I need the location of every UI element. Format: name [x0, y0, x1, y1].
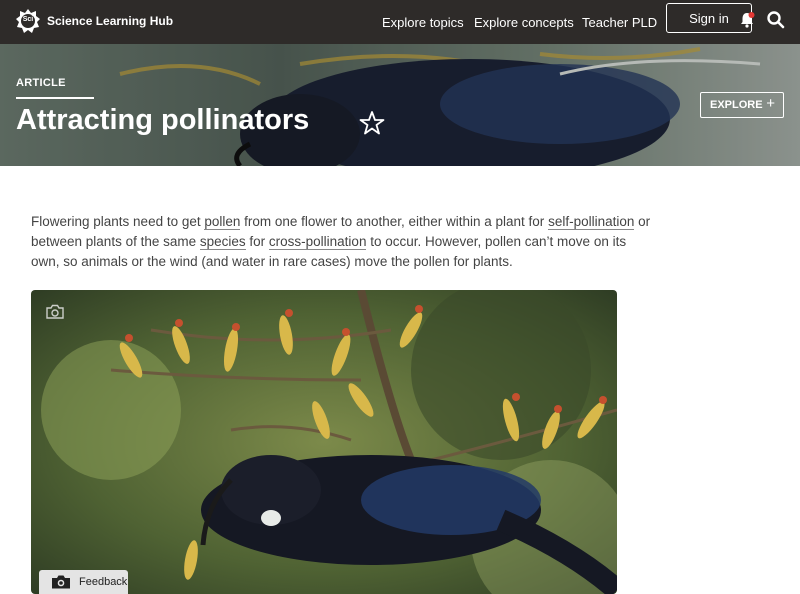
glossary-link-self-pollination[interactable]: self-pollination: [548, 214, 635, 230]
top-navigation-bar: Sci Science Learning Hub Explore topics …: [0, 0, 800, 44]
brand-name[interactable]: Science Learning Hub: [47, 14, 173, 28]
nav-teacher-pld-label: Teacher PLD: [582, 14, 658, 30]
logo-badge-icon: Sci: [15, 8, 41, 34]
feedback-camera-icon: [51, 575, 71, 589]
logo-badge-text: Sci: [22, 16, 34, 23]
intro-text: Flowering plants need to get: [31, 214, 205, 229]
glossary-link-cross-pollination[interactable]: cross-pollination: [268, 234, 367, 250]
explore-button[interactable]: EXPLORE +: [700, 92, 784, 118]
article-photo[interactable]: [31, 290, 617, 594]
glossary-link-species[interactable]: species: [199, 234, 246, 250]
label-underline: [16, 97, 94, 99]
nav-explore-topics-label: Explore topics: [382, 14, 464, 30]
site-logo[interactable]: Sci Science Learning Hub: [15, 8, 173, 34]
nav-teacher-pld[interactable]: Teacher PLD: [582, 0, 657, 44]
nav-explore-concepts[interactable]: Explore concepts: [474, 0, 574, 44]
plus-icon: +: [766, 95, 775, 112]
intro-paragraph: Flowering plants need to get pollen from…: [31, 212, 651, 272]
nav-explore-topics[interactable]: Explore topics: [382, 0, 464, 44]
intro-text: for: [245, 234, 269, 249]
feedback-label: Feedback: [79, 576, 128, 588]
glossary-link-pollen[interactable]: pollen: [204, 214, 241, 230]
nav-explore-concepts-label: Explore concepts: [474, 14, 574, 30]
hero-banner: ARTICLE Attracting pollinators EXPLORE +: [0, 44, 800, 166]
search-icon[interactable]: [766, 10, 786, 30]
favourite-star-icon[interactable]: [359, 110, 385, 136]
notification-bell-icon[interactable]: [738, 11, 756, 29]
tui-bird-on-flax-image: [31, 290, 617, 594]
intro-text: from one flower to another, either withi…: [240, 214, 549, 229]
page-title: Attracting pollinators: [16, 104, 310, 136]
article-type-label: ARTICLE: [16, 77, 66, 89]
feedback-button[interactable]: Feedback: [39, 570, 128, 594]
explore-button-label: EXPLORE: [710, 99, 763, 111]
